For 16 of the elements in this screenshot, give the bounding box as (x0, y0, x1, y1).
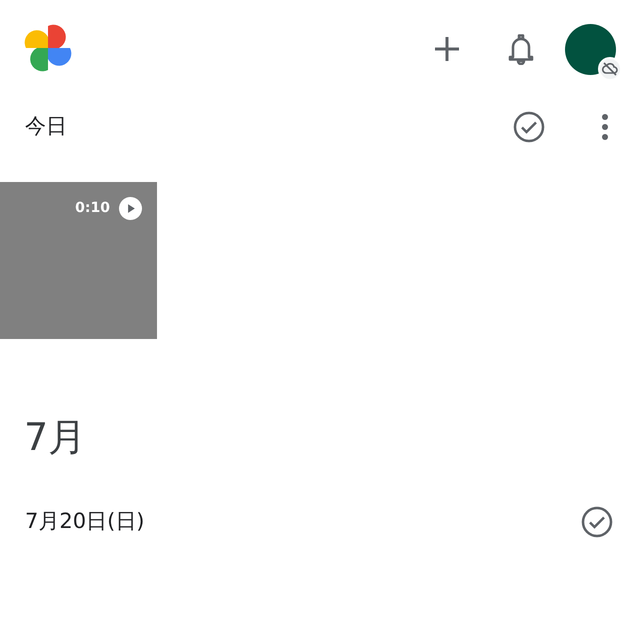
backup-off-icon (598, 56, 622, 80)
month-heading: 7月 (23, 414, 86, 461)
play-icon (119, 197, 142, 220)
select-check-icon (581, 506, 613, 538)
date-heading: 今日 (25, 113, 68, 140)
pinwheel-logo (24, 24, 74, 74)
avatar[interactable] (565, 24, 616, 74)
plus-icon (433, 35, 461, 63)
select-day-button[interactable] (579, 504, 615, 540)
select-day-button[interactable] (511, 109, 547, 145)
select-check-icon (513, 111, 545, 143)
video-thumbnail[interactable]: 0:10 (0, 182, 157, 339)
date-heading: 7月20日(日) (25, 508, 146, 536)
bell-icon (507, 33, 535, 65)
more-icon (601, 113, 609, 141)
video-duration: 0:10 (75, 199, 110, 218)
